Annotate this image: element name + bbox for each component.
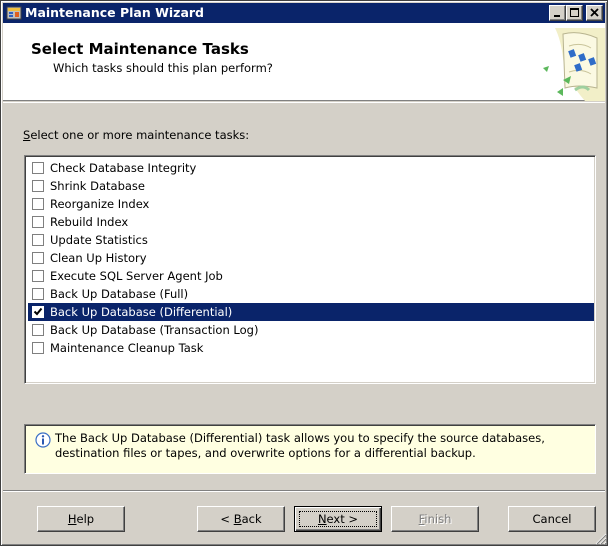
task-checkbox[interactable] bbox=[32, 342, 44, 354]
task-label: Check Database Integrity bbox=[50, 161, 197, 175]
task-label: Update Statistics bbox=[50, 233, 148, 247]
title-bar[interactable]: Maintenance Plan Wizard bbox=[3, 3, 605, 23]
task-label: Back Up Database (Transaction Log) bbox=[50, 323, 259, 337]
wizard-banner-graphic bbox=[543, 28, 605, 101]
task-checkbox[interactable] bbox=[32, 234, 44, 246]
task-item-backup-differential[interactable]: Back Up Database (Differential) bbox=[28, 303, 594, 321]
task-checkbox[interactable] bbox=[32, 180, 44, 192]
close-button[interactable] bbox=[586, 5, 603, 21]
page-title: Select Maintenance Tasks bbox=[31, 40, 249, 58]
wizard-app-icon bbox=[6, 5, 22, 21]
back-button[interactable]: < Back bbox=[197, 506, 285, 532]
maintenance-task-list[interactable]: Check Database Integrity Shrink Database… bbox=[24, 155, 596, 384]
task-label: Reorganize Index bbox=[50, 197, 150, 211]
checkmark-icon bbox=[33, 307, 43, 316]
close-icon bbox=[590, 8, 599, 17]
tasks-label: Select one or more maintenance tasks: bbox=[23, 128, 250, 142]
task-label: Clean Up History bbox=[50, 251, 147, 265]
task-item-clean-up-history[interactable]: Clean Up History bbox=[28, 249, 594, 267]
resize-grip-icon[interactable] bbox=[593, 531, 607, 545]
task-description-text: The Back Up Database (Differential) task… bbox=[55, 431, 545, 460]
task-label: Back Up Database (Full) bbox=[50, 287, 189, 301]
task-label: Execute SQL Server Agent Job bbox=[50, 269, 223, 283]
finish-button[interactable]: Finish bbox=[391, 506, 479, 532]
task-checkbox[interactable] bbox=[32, 324, 44, 336]
minimize-button[interactable] bbox=[549, 5, 566, 21]
footer-divider-highlight bbox=[3, 491, 605, 492]
wizard-header: Select Maintenance Tasks Which tasks sho… bbox=[3, 23, 605, 101]
window-title: Maintenance Plan Wizard bbox=[25, 5, 205, 20]
task-item-maintenance-cleanup[interactable]: Maintenance Cleanup Task bbox=[28, 339, 594, 357]
task-item-shrink-database[interactable]: Shrink Database bbox=[28, 177, 594, 195]
task-checkbox[interactable] bbox=[32, 270, 44, 282]
task-label: Back Up Database (Differential) bbox=[50, 305, 233, 319]
maximize-button[interactable] bbox=[566, 5, 583, 21]
info-icon bbox=[35, 432, 51, 448]
maintenance-plan-wizard-window: Maintenance Plan Wizard Select Maintenan… bbox=[0, 0, 608, 546]
task-item-backup-transaction-log[interactable]: Back Up Database (Transaction Log) bbox=[28, 321, 594, 339]
minimize-icon bbox=[554, 15, 560, 17]
task-label: Rebuild Index bbox=[50, 215, 129, 229]
task-item-backup-full[interactable]: Back Up Database (Full) bbox=[28, 285, 594, 303]
next-button[interactable]: Next > bbox=[294, 506, 382, 532]
focus-rectangle bbox=[299, 511, 377, 527]
task-label: Shrink Database bbox=[50, 179, 145, 193]
task-item-reorganize-index[interactable]: Reorganize Index bbox=[28, 195, 594, 213]
header-divider bbox=[3, 102, 605, 103]
task-checkbox[interactable] bbox=[32, 198, 44, 210]
task-checkbox[interactable] bbox=[32, 216, 44, 228]
task-checkbox[interactable] bbox=[32, 162, 44, 174]
task-item-execute-agent-job[interactable]: Execute SQL Server Agent Job bbox=[28, 267, 594, 285]
task-checkbox[interactable] bbox=[32, 288, 44, 300]
task-checkbox-checked[interactable] bbox=[32, 306, 44, 318]
task-item-update-statistics[interactable]: Update Statistics bbox=[28, 231, 594, 249]
task-description-box: The Back Up Database (Differential) task… bbox=[24, 424, 596, 474]
task-label: Maintenance Cleanup Task bbox=[50, 341, 204, 355]
task-checkbox[interactable] bbox=[32, 252, 44, 264]
task-item-rebuild-index[interactable]: Rebuild Index bbox=[28, 213, 594, 231]
page-subtitle: Which tasks should this plan perform? bbox=[53, 61, 273, 75]
cancel-button[interactable]: Cancel bbox=[508, 506, 596, 532]
help-button[interactable]: Help bbox=[37, 506, 125, 532]
maximize-icon bbox=[570, 8, 579, 17]
task-item-check-database-integrity[interactable]: Check Database Integrity bbox=[28, 159, 594, 177]
